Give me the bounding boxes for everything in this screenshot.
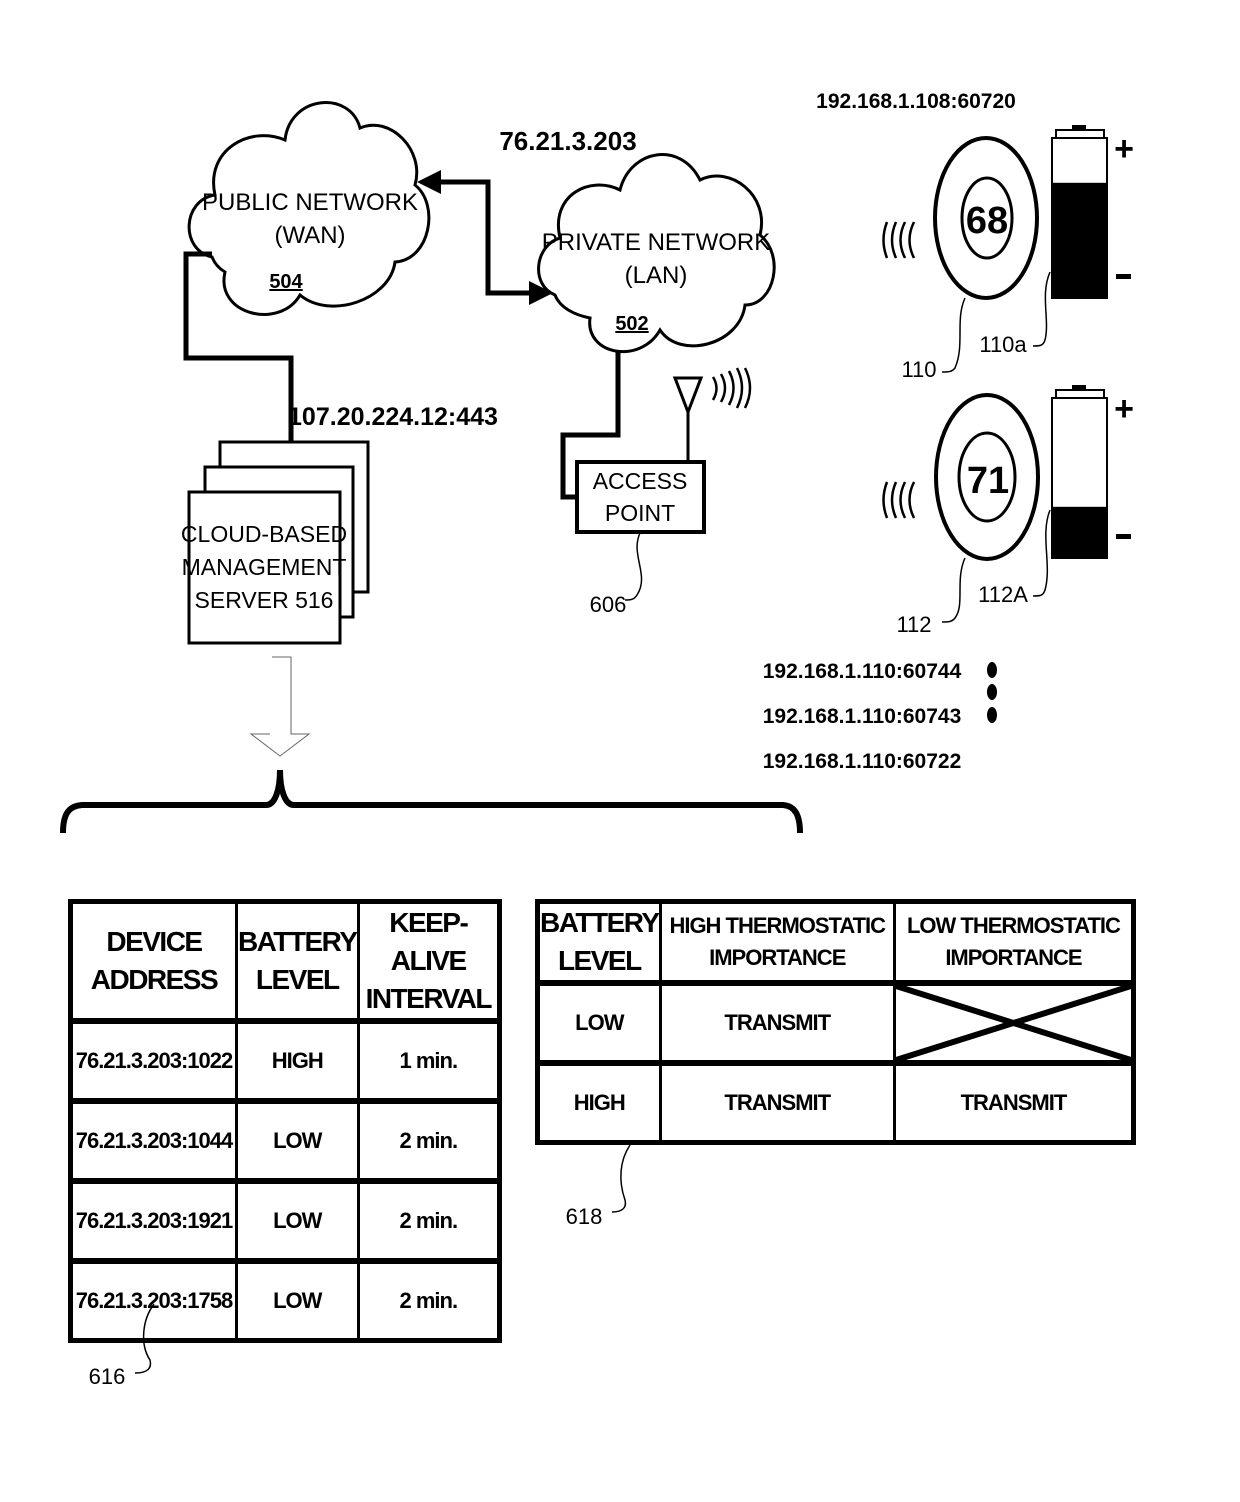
curly-brace: [60, 769, 803, 834]
thermostat-112-ref: 112: [896, 612, 931, 637]
table-row: LOW TRANSMIT: [536, 980, 1136, 1065]
battery-minus-icon: [1116, 274, 1131, 279]
access-point: ACCESS POINT 606: [575, 367, 752, 617]
cell-low-importance-crossed: [892, 980, 1136, 1065]
battery-minus-icon: [1116, 534, 1131, 539]
header-device-address: DEVICE ADDRESS: [69, 900, 238, 1023]
public-network-ref: 504: [269, 271, 303, 293]
battery-112a-fill: [1052, 506, 1107, 558]
ellipsis-icon: [987, 662, 997, 723]
wan-lan-link: [417, 170, 553, 305]
transmit-policy-table: BATTERY LEVEL HIGH THERMOSTATIC IMPORTANCE…: [535, 899, 1136, 1145]
connection-addresses: 192.168.1.110:60744 192.168.1.110:60743 …: [763, 660, 997, 773]
cell-interval: 2 min.: [356, 1178, 502, 1263]
cell-address: 76.21.3.203:1044: [69, 1098, 238, 1183]
battery-plus-icon: +: [1114, 130, 1134, 168]
private-network-label-2: (LAN): [625, 262, 688, 289]
thermostat-112-temperature: 71: [967, 460, 1009, 502]
header-high-thermostatic-importance: HIGH THERMOSTATIC IMPORTANCE: [658, 900, 896, 985]
connection-address: 192.168.1.110:60744: [763, 660, 962, 683]
cell-battery: LOW: [536, 980, 662, 1065]
cloud-management-server: CLOUD-BASED MANAGEMENT SERVER 516 107.20…: [181, 403, 498, 645]
thermostat-110-temperature: 68: [966, 200, 1008, 242]
antenna-icon: [672, 376, 704, 417]
cell-battery: HIGH: [536, 1060, 662, 1144]
public-network-cloud: PUBLIC NETWORK (WAN) 504: [187, 101, 431, 316]
cell-battery: LOW: [234, 1178, 360, 1263]
expand-arrow-icon: [249, 656, 311, 757]
cell-interval: 2 min.: [356, 1098, 502, 1183]
table-row: 76.21.3.203:1022 HIGH 1 min.: [69, 1018, 502, 1103]
table-row: 76.21.3.203:1758 LOW 2 min.: [69, 1258, 502, 1342]
cell-battery: HIGH: [234, 1018, 360, 1103]
cell-low-importance: TRANSMIT: [892, 1060, 1136, 1144]
header-battery-level: BATTERY LEVEL: [536, 900, 662, 985]
private-network-label-1: PRIVATE NETWORK: [542, 229, 770, 256]
private-network-ip: 76.21.3.203: [499, 126, 636, 156]
keep-alive-table: DEVICE ADDRESS BATTERY LEVEL KEEP-ALIVE INT…: [68, 899, 502, 1343]
cell-battery: LOW: [234, 1258, 360, 1342]
access-point-ref: 606: [590, 592, 627, 617]
server-address: 107.20.224.12:443: [288, 403, 498, 431]
wireless-signal-icon: [882, 221, 916, 259]
server-label-2: MANAGEMENT: [182, 554, 347, 580]
header-battery-level: BATTERY LEVEL: [234, 900, 360, 1023]
thermostat-110-address: 192.168.1.108:60720: [816, 90, 1016, 113]
cell-interval: 2 min.: [356, 1258, 502, 1342]
public-network-label-1: PUBLIC NETWORK: [202, 189, 418, 216]
header-low-thermostatic-importance: LOW THERMOSTATIC IMPORTANCE: [892, 900, 1136, 985]
private-network-ref: 502: [615, 313, 648, 335]
battery-110a-fill: [1052, 182, 1107, 298]
cell-address: 76.21.3.203:1921: [69, 1178, 238, 1263]
wireless-signal-icon: [711, 367, 752, 409]
thermostat-110-ref: 110: [901, 357, 936, 382]
cross-out-icon: [896, 986, 1131, 1060]
cell-interval: 1 min.: [356, 1018, 502, 1103]
connection-address: 192.168.1.110:60743: [763, 705, 962, 728]
server-label-1: CLOUD-BASED: [181, 521, 347, 547]
wireless-signal-icon: [882, 481, 916, 519]
private-network-cloud: 76.21.3.203 PRIVATE NETWORK (LAN) 502: [499, 126, 776, 354]
public-network-label-2: (WAN): [274, 222, 345, 249]
access-point-label-2: POINT: [605, 500, 675, 526]
cell-address: 76.21.3.203:1758: [69, 1258, 238, 1342]
connection-address: 192.168.1.110:60722: [763, 750, 962, 773]
table-row: HIGH TRANSMIT TRANSMIT: [536, 1060, 1136, 1144]
battery-110a-ref: 110a: [979, 332, 1027, 357]
battery-plus-icon: +: [1114, 390, 1134, 428]
header-keep-alive-interval: KEEP-ALIVE INTERVAL: [356, 900, 502, 1023]
table-618-ref: 618: [566, 1204, 603, 1229]
cell-high-importance: TRANSMIT: [658, 980, 896, 1065]
table-row: 76.21.3.203:1921 LOW 2 min.: [69, 1178, 502, 1263]
battery-112a-ref: 112A: [978, 582, 1028, 607]
cell-address: 76.21.3.203:1022: [69, 1018, 238, 1103]
server-label-3: SERVER 516: [195, 587, 334, 613]
table-row: 76.21.3.203:1044 LOW 2 min.: [69, 1098, 502, 1183]
cell-high-importance: TRANSMIT: [658, 1060, 896, 1144]
table-616-ref: 616: [89, 1364, 126, 1389]
access-point-label-1: ACCESS: [593, 468, 688, 494]
cell-battery: LOW: [234, 1098, 360, 1183]
